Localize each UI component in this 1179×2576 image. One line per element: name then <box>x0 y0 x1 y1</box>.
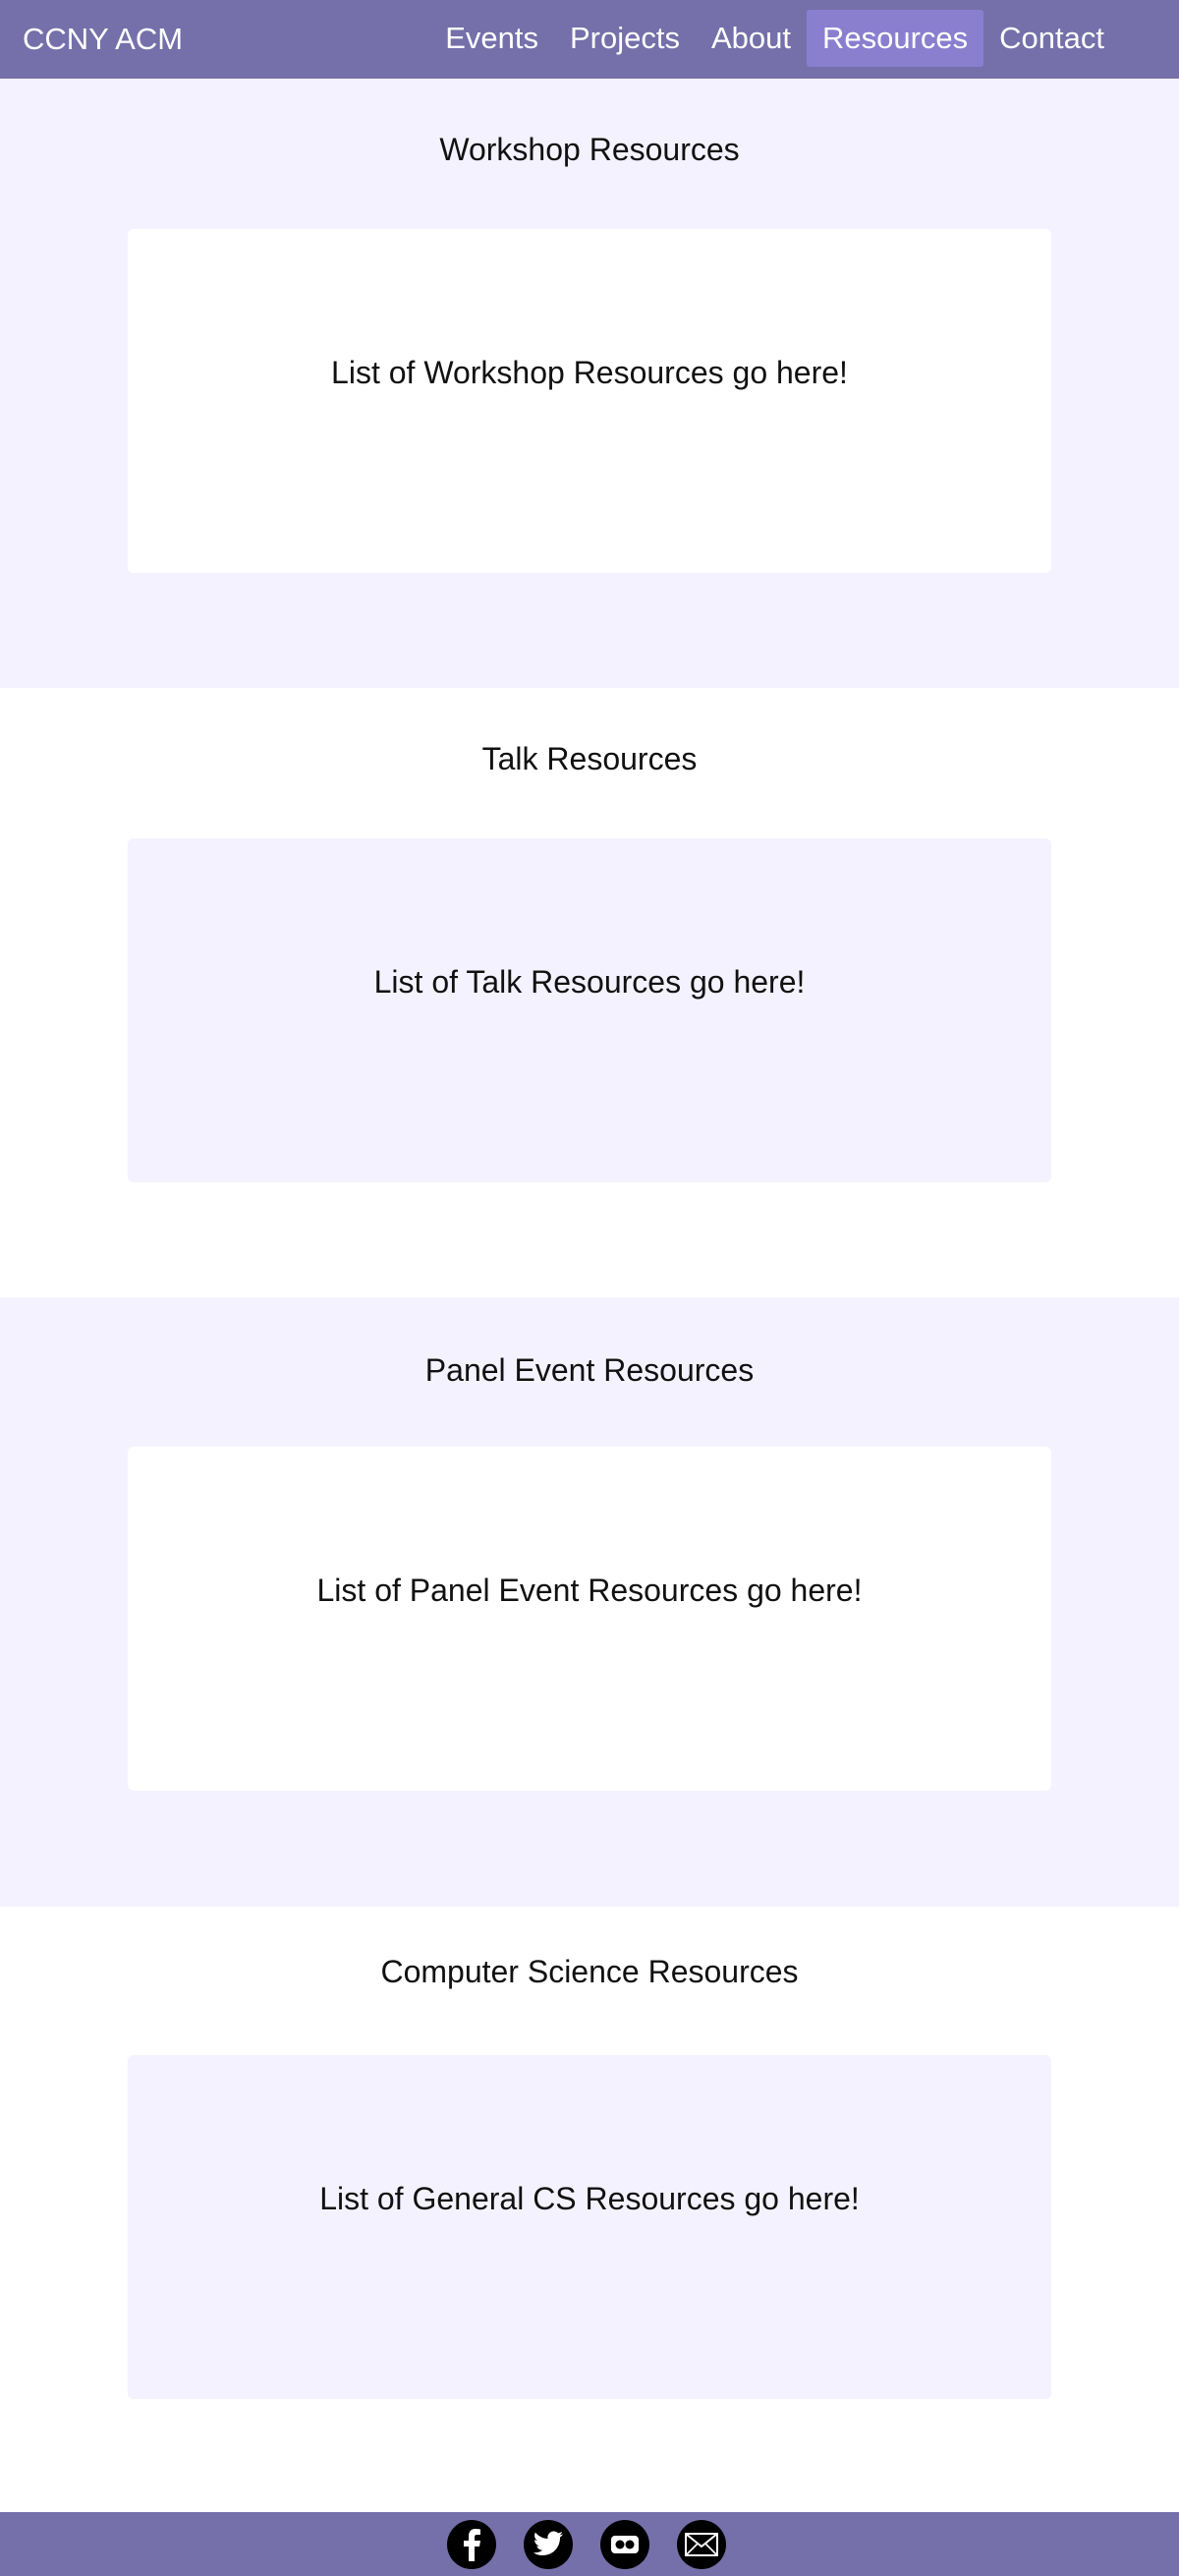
resource-card: List of Talk Resources go here! <box>128 838 1051 1182</box>
talk-section: Talk Resources List of Talk Resources go… <box>0 688 1179 1297</box>
nav-link-projects[interactable]: Projects <box>554 10 696 67</box>
section-title: Computer Science Resources <box>380 1954 799 1989</box>
resource-card: List of Panel Event Resources go here! <box>128 1447 1051 1791</box>
card-text: List of Talk Resources go here! <box>373 964 806 1000</box>
section-title: Talk Resources <box>481 741 698 776</box>
nav-link-events[interactable]: Events <box>429 10 554 67</box>
footer <box>0 2512 1179 2576</box>
navbar: CCNY ACM Events Projects About Resources… <box>0 0 1179 79</box>
facebook-icon[interactable] <box>447 2520 496 2569</box>
section-title: Panel Event Resources <box>424 1352 755 1388</box>
nav-link-contact[interactable]: Contact <box>983 10 1120 67</box>
twitter-icon[interactable] <box>524 2520 573 2569</box>
card-text: List of General CS Resources go here! <box>319 2181 860 2216</box>
resource-card: List of General CS Resources go here! <box>128 2055 1051 2399</box>
workshop-section: Workshop Resources List of Workshop Reso… <box>0 79 1179 688</box>
resource-card: List of Workshop Resources go here! <box>128 229 1051 573</box>
card-text: List of Panel Event Resources go here! <box>316 1573 863 1608</box>
nav-link-about[interactable]: About <box>696 10 807 67</box>
email-icon[interactable] <box>677 2520 726 2569</box>
computer-science-section: Computer Science Resources List of Gener… <box>0 1907 1179 2512</box>
panel-event-section: Panel Event Resources List of Panel Even… <box>0 1297 1179 1907</box>
flickr-icon[interactable] <box>600 2520 649 2569</box>
nav-links: Events Projects About Resources Contact <box>429 10 1179 67</box>
nav-link-resources[interactable]: Resources <box>806 10 984 67</box>
section-title: Workshop Resources <box>439 132 740 167</box>
card-text: List of Workshop Resources go here! <box>331 355 848 390</box>
brand-link[interactable]: CCNY ACM <box>23 0 183 79</box>
social-links <box>447 2520 726 2569</box>
